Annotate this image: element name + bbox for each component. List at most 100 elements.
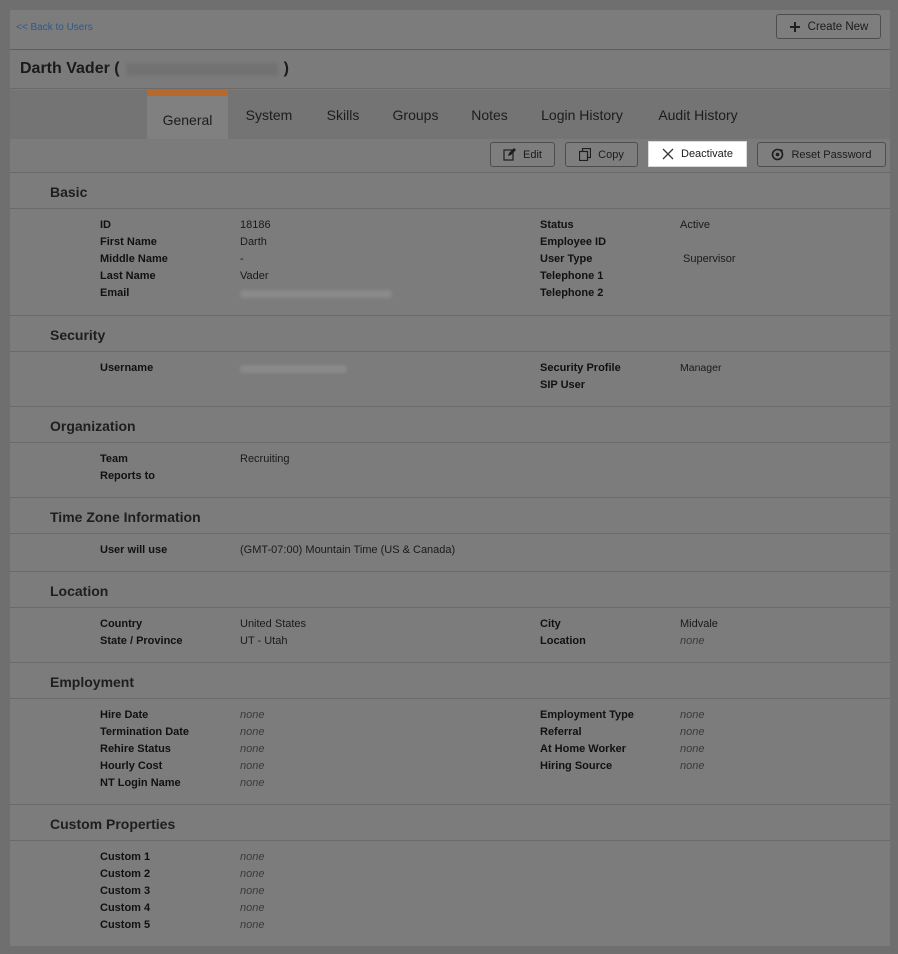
field-label: Termination Date (100, 726, 190, 738)
field-value: Supervisor (683, 253, 736, 265)
location-section-header: Location (10, 572, 890, 608)
plus-icon (789, 21, 801, 33)
redacted-email-value (240, 290, 392, 298)
field-label: Telephone 2 (540, 287, 604, 299)
field-label: NT Login Name (100, 777, 181, 789)
details-content: Basic ID 18186 First Name Darth Middle N… (10, 173, 890, 946)
field-value: none (240, 777, 265, 789)
field-label: First Name (100, 236, 157, 248)
field-value: 18186 (240, 219, 271, 231)
section-title: Time Zone Information (50, 509, 201, 525)
field-value: none (240, 709, 265, 721)
action-bar: Edit Copy Deactivate Reset Password (10, 139, 890, 173)
deactivate-label: Deactivate (681, 148, 733, 160)
field-label: Custom 4 (100, 902, 151, 914)
field-label: Status (540, 219, 574, 231)
field-value: none (240, 919, 265, 931)
field-label: Location (540, 635, 586, 647)
location-section: Location Country United States State / P… (10, 572, 890, 663)
page-frame: << Back to Users Create New Darth Vader … (10, 10, 890, 946)
field-label: Custom 5 (100, 919, 151, 931)
custom-properties-section-header: Custom Properties (10, 805, 890, 841)
tab-groups[interactable]: Groups (382, 90, 449, 139)
close-icon (662, 148, 674, 160)
security-section-header: Security (10, 316, 890, 352)
create-new-label: Create New (807, 20, 869, 33)
tab-skills[interactable]: Skills (315, 90, 371, 139)
field-value: Active (680, 219, 710, 231)
field-value: none (240, 902, 265, 914)
field-label: Telephone 1 (540, 270, 604, 282)
redacted-username-value (240, 365, 347, 373)
field-value: (GMT-07:00) Mountain Time (US & Canada) (240, 544, 456, 556)
field-label: Last Name (100, 270, 156, 282)
section-title: Custom Properties (50, 816, 176, 832)
field-label: Username (100, 362, 154, 374)
organization-section-header: Organization (10, 407, 890, 443)
reset-password-label: Reset Password (791, 148, 872, 161)
title-bar: Darth Vader ( ) (10, 51, 890, 89)
field-value: none (240, 885, 265, 897)
field-label: Email (100, 287, 130, 299)
field-value: none (680, 743, 705, 755)
tab-system[interactable]: System (236, 90, 302, 139)
tab-audit-history[interactable]: Audit History (648, 90, 748, 139)
tab-bar: General System Skills Groups Notes Login… (10, 90, 890, 139)
field-label: Hire Date (100, 709, 149, 721)
edit-icon (503, 148, 517, 161)
redacted-email (125, 62, 278, 76)
field-label: ID (100, 219, 111, 231)
custom-properties-section: Custom Properties Custom 1 none Custom 2… (10, 805, 890, 946)
tab-general[interactable]: General (147, 90, 228, 139)
field-label: City (540, 618, 561, 630)
field-value: United States (240, 618, 307, 630)
copy-icon (579, 148, 592, 161)
field-label: Hiring Source (540, 760, 613, 772)
field-label: Employment Type (540, 709, 634, 721)
user-name: Darth Vader ( (20, 60, 120, 77)
copy-button[interactable]: Copy (565, 142, 638, 167)
field-label: Rehire Status (100, 743, 171, 755)
title-close-paren: ) (283, 60, 289, 77)
copy-label: Copy (598, 148, 624, 161)
field-value: none (240, 868, 265, 880)
employment-section-header: Employment (10, 663, 890, 699)
field-label: User will use (100, 544, 168, 556)
back-to-users-link[interactable]: << Back to Users (16, 22, 93, 33)
field-value: UT - Utah (240, 635, 288, 647)
field-value: - (240, 253, 244, 265)
field-label: At Home Worker (540, 743, 626, 755)
field-value: Midvale (680, 618, 718, 630)
timezone-section: Time Zone Information User will use (GMT… (10, 498, 890, 572)
organization-section: Organization Team Recruiting Reports to (10, 407, 890, 498)
field-label: Employee ID (540, 236, 607, 248)
edit-button[interactable]: Edit (490, 142, 555, 167)
section-title: Employment (50, 674, 135, 690)
employment-section: Employment Hire Date none Termination Da… (10, 663, 890, 805)
tab-notes[interactable]: Notes (462, 90, 517, 139)
field-value: Vader (240, 270, 269, 282)
field-label: Hourly Cost (100, 760, 163, 772)
deactivate-button[interactable]: Deactivate (648, 141, 747, 167)
field-label: Country (100, 618, 143, 630)
section-title: Basic (50, 184, 88, 200)
field-value: Recruiting (240, 453, 290, 465)
edit-label: Edit (523, 148, 542, 161)
top-bar: << Back to Users Create New (10, 10, 890, 50)
field-value: none (680, 635, 705, 647)
tab-login-history[interactable]: Login History (530, 90, 634, 139)
field-label: State / Province (100, 635, 183, 647)
basic-section: Basic ID 18186 First Name Darth Middle N… (10, 173, 890, 316)
field-value: none (240, 760, 265, 772)
basic-section-header: Basic (10, 173, 890, 209)
field-value: none (240, 851, 265, 863)
field-value: none (240, 743, 265, 755)
field-label: Middle Name (100, 253, 168, 265)
reset-password-button[interactable]: Reset Password (757, 142, 886, 167)
field-label: Team (100, 453, 128, 465)
field-label: Reports to (100, 470, 155, 482)
field-value: none (680, 760, 705, 772)
field-value: none (680, 709, 705, 721)
section-title: Organization (50, 418, 136, 434)
create-new-button[interactable]: Create New (776, 14, 881, 39)
